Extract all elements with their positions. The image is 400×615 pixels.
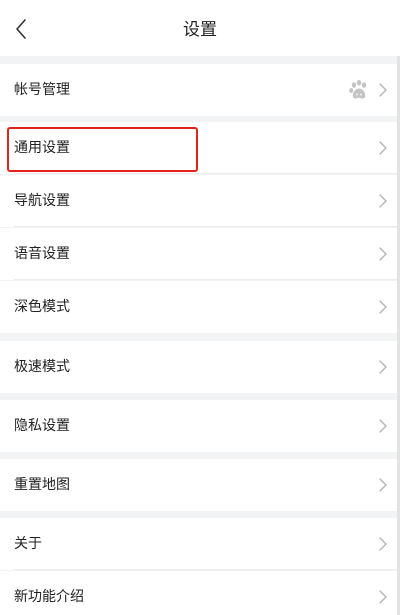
page-title: 设置 [183, 20, 217, 40]
settings-item-label: 帐号管理 [14, 82, 70, 98]
chevron-right-icon [379, 83, 387, 97]
settings-item-dark-mode[interactable]: 深色模式 [0, 281, 400, 333]
row-divider [14, 226, 400, 227]
settings-item-speed-mode[interactable]: 极速模式 [0, 341, 400, 393]
chevron-left-icon [16, 19, 26, 39]
back-button[interactable] [6, 14, 36, 44]
settings-item-account[interactable]: 帐号管理 [0, 64, 400, 116]
row-divider [14, 173, 400, 174]
settings-item-label: 新功能介绍 [14, 589, 84, 605]
chevron-right-icon [379, 590, 387, 604]
settings-item-reset-map[interactable]: 重置地图 [0, 459, 400, 511]
settings-item-label: 重置地图 [14, 477, 70, 493]
settings-item-voice[interactable]: 语音设置 [0, 228, 400, 280]
settings-item-label: 隐私设置 [14, 418, 70, 434]
settings-item-label: 深色模式 [14, 299, 70, 315]
row-divider [14, 279, 400, 280]
settings-item-label: 关于 [14, 536, 42, 552]
settings-item-privacy[interactable]: 隐私设置 [0, 400, 400, 452]
settings-item-label: 极速模式 [14, 359, 70, 375]
chevron-right-icon [379, 194, 387, 208]
chevron-right-icon [379, 537, 387, 551]
settings-item-new-features[interactable]: 新功能介绍 [0, 571, 400, 615]
baidu-paw-icon [349, 80, 367, 99]
chevron-right-icon [379, 141, 387, 155]
settings-item-general[interactable]: 通用设置 [0, 122, 400, 174]
settings-item-label: 语音设置 [14, 246, 70, 262]
chevron-right-icon [379, 247, 387, 261]
settings-item-about[interactable]: 关于 [0, 518, 400, 570]
chevron-right-icon [379, 360, 387, 374]
settings-item-navigation[interactable]: 导航设置 [0, 175, 400, 227]
header-bar: 设置 [0, 0, 400, 56]
settings-item-label: 通用设置 [14, 140, 70, 156]
settings-item-label: 导航设置 [14, 193, 70, 209]
chevron-right-icon [379, 419, 387, 433]
chevron-right-icon [379, 300, 387, 314]
chevron-right-icon [379, 478, 387, 492]
settings-screen: 设置 帐号管理 通用设置 导航设置 语音设置 深色模式 极速模式 隐私设置 重置… [0, 0, 400, 615]
row-divider [14, 569, 400, 570]
